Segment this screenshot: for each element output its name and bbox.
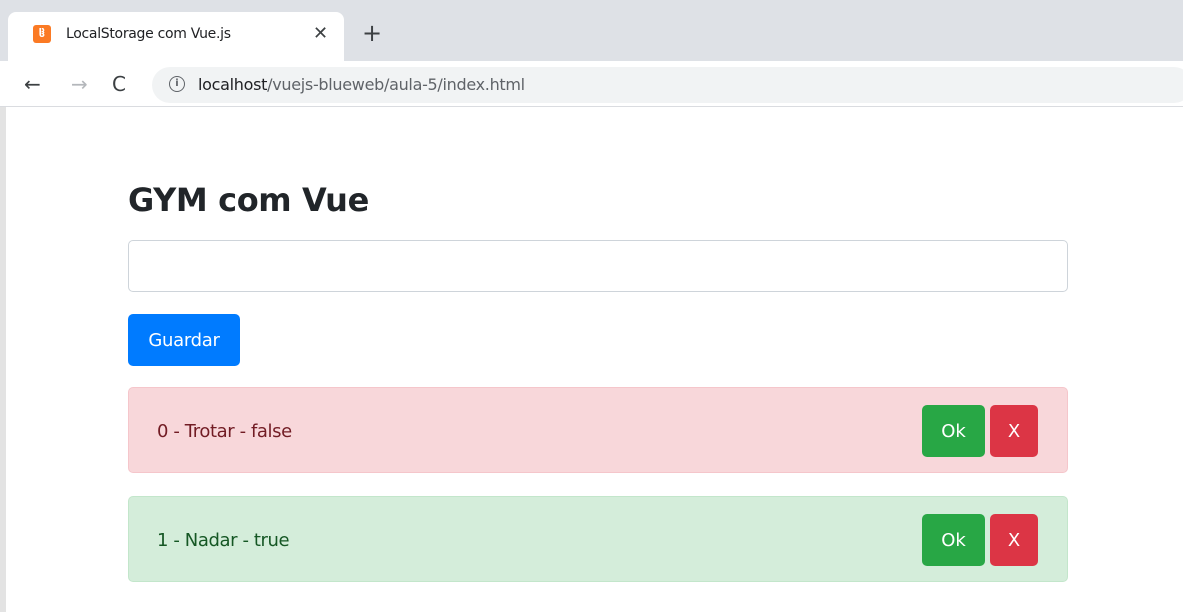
save-button[interactable]: Guardar: [128, 314, 240, 366]
url-text: localhost/vuejs-blueweb/aula-5/index.htm…: [198, 75, 525, 95]
new-tab-button[interactable]: +: [362, 19, 382, 47]
page-title: GYM com Vue: [128, 181, 369, 219]
task-item: 1 - Nadar - true Ok X: [128, 496, 1068, 582]
ok-button[interactable]: Ok: [922, 405, 985, 457]
xampp-icon: ჱ: [33, 25, 51, 43]
url-host: localhost: [198, 75, 268, 94]
task-text: 1 - Nadar - true: [157, 530, 290, 551]
window-edge: [0, 107, 6, 612]
task-item: 0 - Trotar - false Ok X: [128, 387, 1068, 473]
back-arrow-icon[interactable]: ←: [24, 73, 41, 95]
forward-arrow-icon[interactable]: →: [71, 73, 88, 95]
browser-tab[interactable]: ჱ LocalStorage com Vue.js ✕: [8, 12, 344, 61]
info-icon[interactable]: i: [169, 76, 185, 92]
ok-button[interactable]: Ok: [922, 514, 985, 566]
delete-button[interactable]: X: [990, 405, 1038, 457]
browser-tab-strip: ჱ LocalStorage com Vue.js ✕ +: [0, 0, 1183, 61]
url-path: /vuejs-blueweb/aula-5/index.html: [267, 75, 525, 94]
browser-toolbar: ← → C i localhost/vuejs-blueweb/aula-5/i…: [0, 61, 1183, 107]
tab-title: LocalStorage com Vue.js: [66, 26, 231, 42]
task-text: 0 - Trotar - false: [157, 421, 292, 442]
delete-button[interactable]: X: [990, 514, 1038, 566]
address-bar[interactable]: i localhost/vuejs-blueweb/aula-5/index.h…: [152, 67, 1183, 103]
task-input[interactable]: [128, 240, 1068, 292]
reload-icon[interactable]: C: [112, 73, 126, 95]
close-tab-icon[interactable]: ✕: [313, 24, 328, 44]
